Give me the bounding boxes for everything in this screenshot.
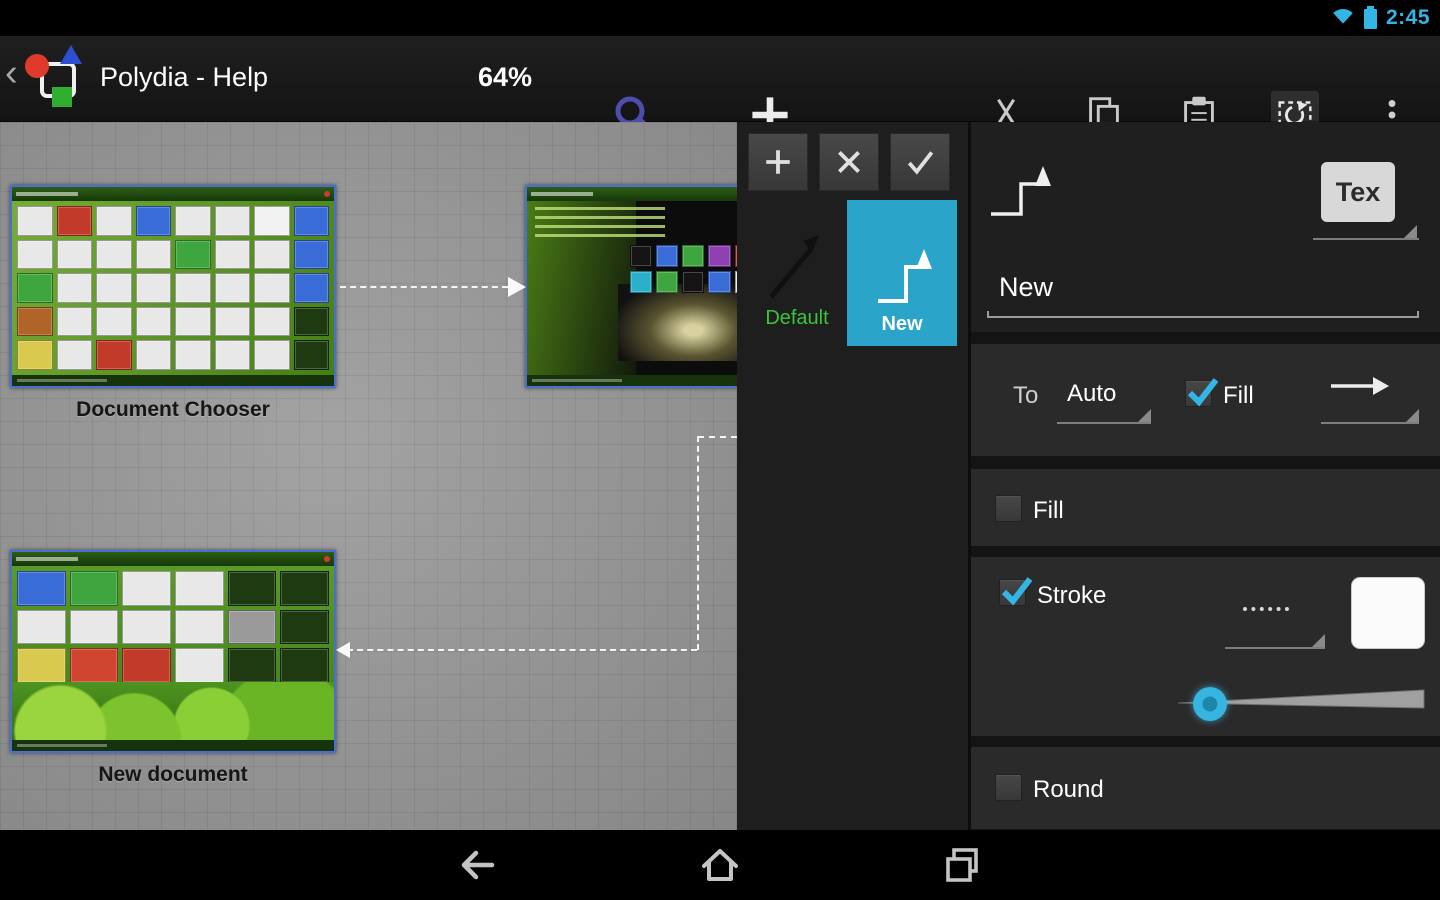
- nav-home-button[interactable]: [684, 837, 756, 893]
- to-label: To: [1013, 382, 1039, 409]
- zoom-level: 64%: [478, 62, 533, 92]
- page-title: Polydia - Help: [100, 62, 269, 92]
- thumbnail-statusbar: [527, 375, 737, 386]
- logo-square: [52, 87, 72, 107]
- type-spinner-corner[interactable]: [1404, 225, 1417, 238]
- stroke-color-swatch[interactable]: [1351, 577, 1425, 649]
- to-spinner-corner[interactable]: [1138, 409, 1151, 422]
- type-spinner-underline: [1313, 238, 1419, 240]
- node-new-document[interactable]: [10, 550, 336, 753]
- logo-triangle: [60, 45, 82, 64]
- wifi-icon: [1331, 6, 1355, 30]
- node-label: Document Chooser: [76, 398, 270, 421]
- section-round: Round: [971, 747, 1440, 829]
- nav-back-button[interactable]: [442, 837, 514, 893]
- stroke-label: Stroke: [1037, 582, 1107, 609]
- fill-checkbox[interactable]: [995, 495, 1022, 522]
- node-label: New document: [98, 763, 248, 786]
- new-elbow-arrow-icon: [878, 249, 932, 303]
- node-document-chooser[interactable]: [10, 185, 336, 388]
- action-bar: ‹ Polydia - Help 64%: [0, 36, 1440, 139]
- to-fill-checkbox[interactable]: [1185, 378, 1219, 407]
- thumbnail-tiles: [17, 571, 329, 683]
- screen: 2:45 ‹ Polydia - Help 64% Document Choos…: [0, 0, 1440, 900]
- arrowhead-spinner-corner[interactable]: [1406, 409, 1419, 422]
- style-item-default[interactable]: Default: [751, 200, 843, 340]
- style-label: Default: [765, 307, 829, 329]
- to-fill-label: Fill: [1223, 382, 1254, 409]
- connector-segment: [697, 436, 699, 650]
- connector-segment: [340, 286, 508, 288]
- connector-arrowhead: [508, 277, 526, 297]
- style-item-new[interactable]: New: [847, 200, 957, 346]
- properties-panel: Tex New To Auto Fill Fill Stroke Round: [968, 122, 1440, 830]
- status-bar: 2:45: [0, 0, 1440, 36]
- section-fill: Fill: [971, 469, 1440, 546]
- close-icon: [838, 151, 860, 173]
- status-time: 2:45: [1385, 6, 1430, 29]
- node-remote-view[interactable]: [525, 185, 737, 388]
- thumbnail-tiles: [17, 206, 329, 370]
- check-icon: [1001, 577, 1033, 606]
- fill-label: Fill: [1033, 497, 1064, 524]
- home-icon: [702, 849, 738, 881]
- panel-cancel-button[interactable]: [819, 133, 879, 191]
- name-field-underline: [987, 311, 1419, 318]
- thumbnail-statusbar: [12, 740, 334, 751]
- thumbnail-body: [12, 201, 334, 375]
- round-checkbox[interactable]: [995, 774, 1022, 801]
- check-icon: [907, 151, 934, 175]
- check-icon: [1187, 378, 1219, 407]
- thumbnail-titlebar: [12, 552, 334, 566]
- dash-spinner-underline: [1225, 647, 1325, 649]
- stroke-width-slider[interactable]: [1176, 683, 1428, 725]
- section-endpoint: To Auto Fill: [971, 344, 1440, 456]
- connector-segment: [347, 649, 697, 651]
- plus-icon: [766, 150, 790, 174]
- arrowhead-spinner-underline: [1321, 422, 1419, 424]
- back-chevron[interactable]: ‹: [5, 54, 18, 92]
- default-arrow-icon: [769, 235, 819, 299]
- connector-segment: [698, 436, 737, 438]
- logo-circle: [25, 54, 49, 78]
- thumbnail-statusbar: [12, 375, 334, 386]
- style-tool-panel: Default New: [737, 122, 968, 830]
- connector-arrowhead: [336, 642, 350, 658]
- arrowhead-style-icon[interactable]: [1327, 368, 1391, 404]
- dash-style-preview: [1243, 607, 1289, 611]
- text-type-button[interactable]: Tex: [1321, 162, 1395, 222]
- panel-confirm-button[interactable]: [890, 133, 950, 191]
- nav-recents-button[interactable]: [926, 837, 998, 893]
- battery-icon: [1363, 6, 1377, 29]
- stroke-slider-thumb[interactable]: [1193, 687, 1227, 721]
- diagram-canvas[interactable]: Document Chooser New document: [0, 122, 737, 830]
- round-label: Round: [1033, 776, 1104, 803]
- thumbnail-text-lines: [535, 207, 665, 241]
- thumbnail-body: [12, 566, 334, 740]
- navigation-bar: [0, 830, 1440, 900]
- connector-preview-icon: [991, 166, 1051, 216]
- app-logo-icon[interactable]: [25, 45, 90, 108]
- stroke-checkbox[interactable]: [999, 577, 1033, 606]
- section-stroke: Stroke: [971, 557, 1440, 736]
- name-field[interactable]: New: [999, 272, 1053, 303]
- thumbnail-body: [527, 201, 737, 375]
- style-label: New: [881, 313, 923, 335]
- to-spinner-underline: [1057, 422, 1151, 424]
- status-icons: 2:45: [1331, 0, 1430, 36]
- back-icon: [461, 850, 495, 880]
- recents-icon: [946, 848, 978, 882]
- section-connector-type: Tex New: [971, 122, 1440, 332]
- panel-add-button[interactable]: [748, 133, 808, 191]
- thumbnail-titlebar: [527, 187, 737, 201]
- dash-spinner-corner[interactable]: [1312, 634, 1325, 647]
- to-spinner[interactable]: Auto: [1067, 380, 1116, 408]
- thumbnail-titlebar: [12, 187, 334, 201]
- thumbnail-leaf-art: [12, 682, 334, 740]
- thumbnail-tiles: [629, 245, 737, 293]
